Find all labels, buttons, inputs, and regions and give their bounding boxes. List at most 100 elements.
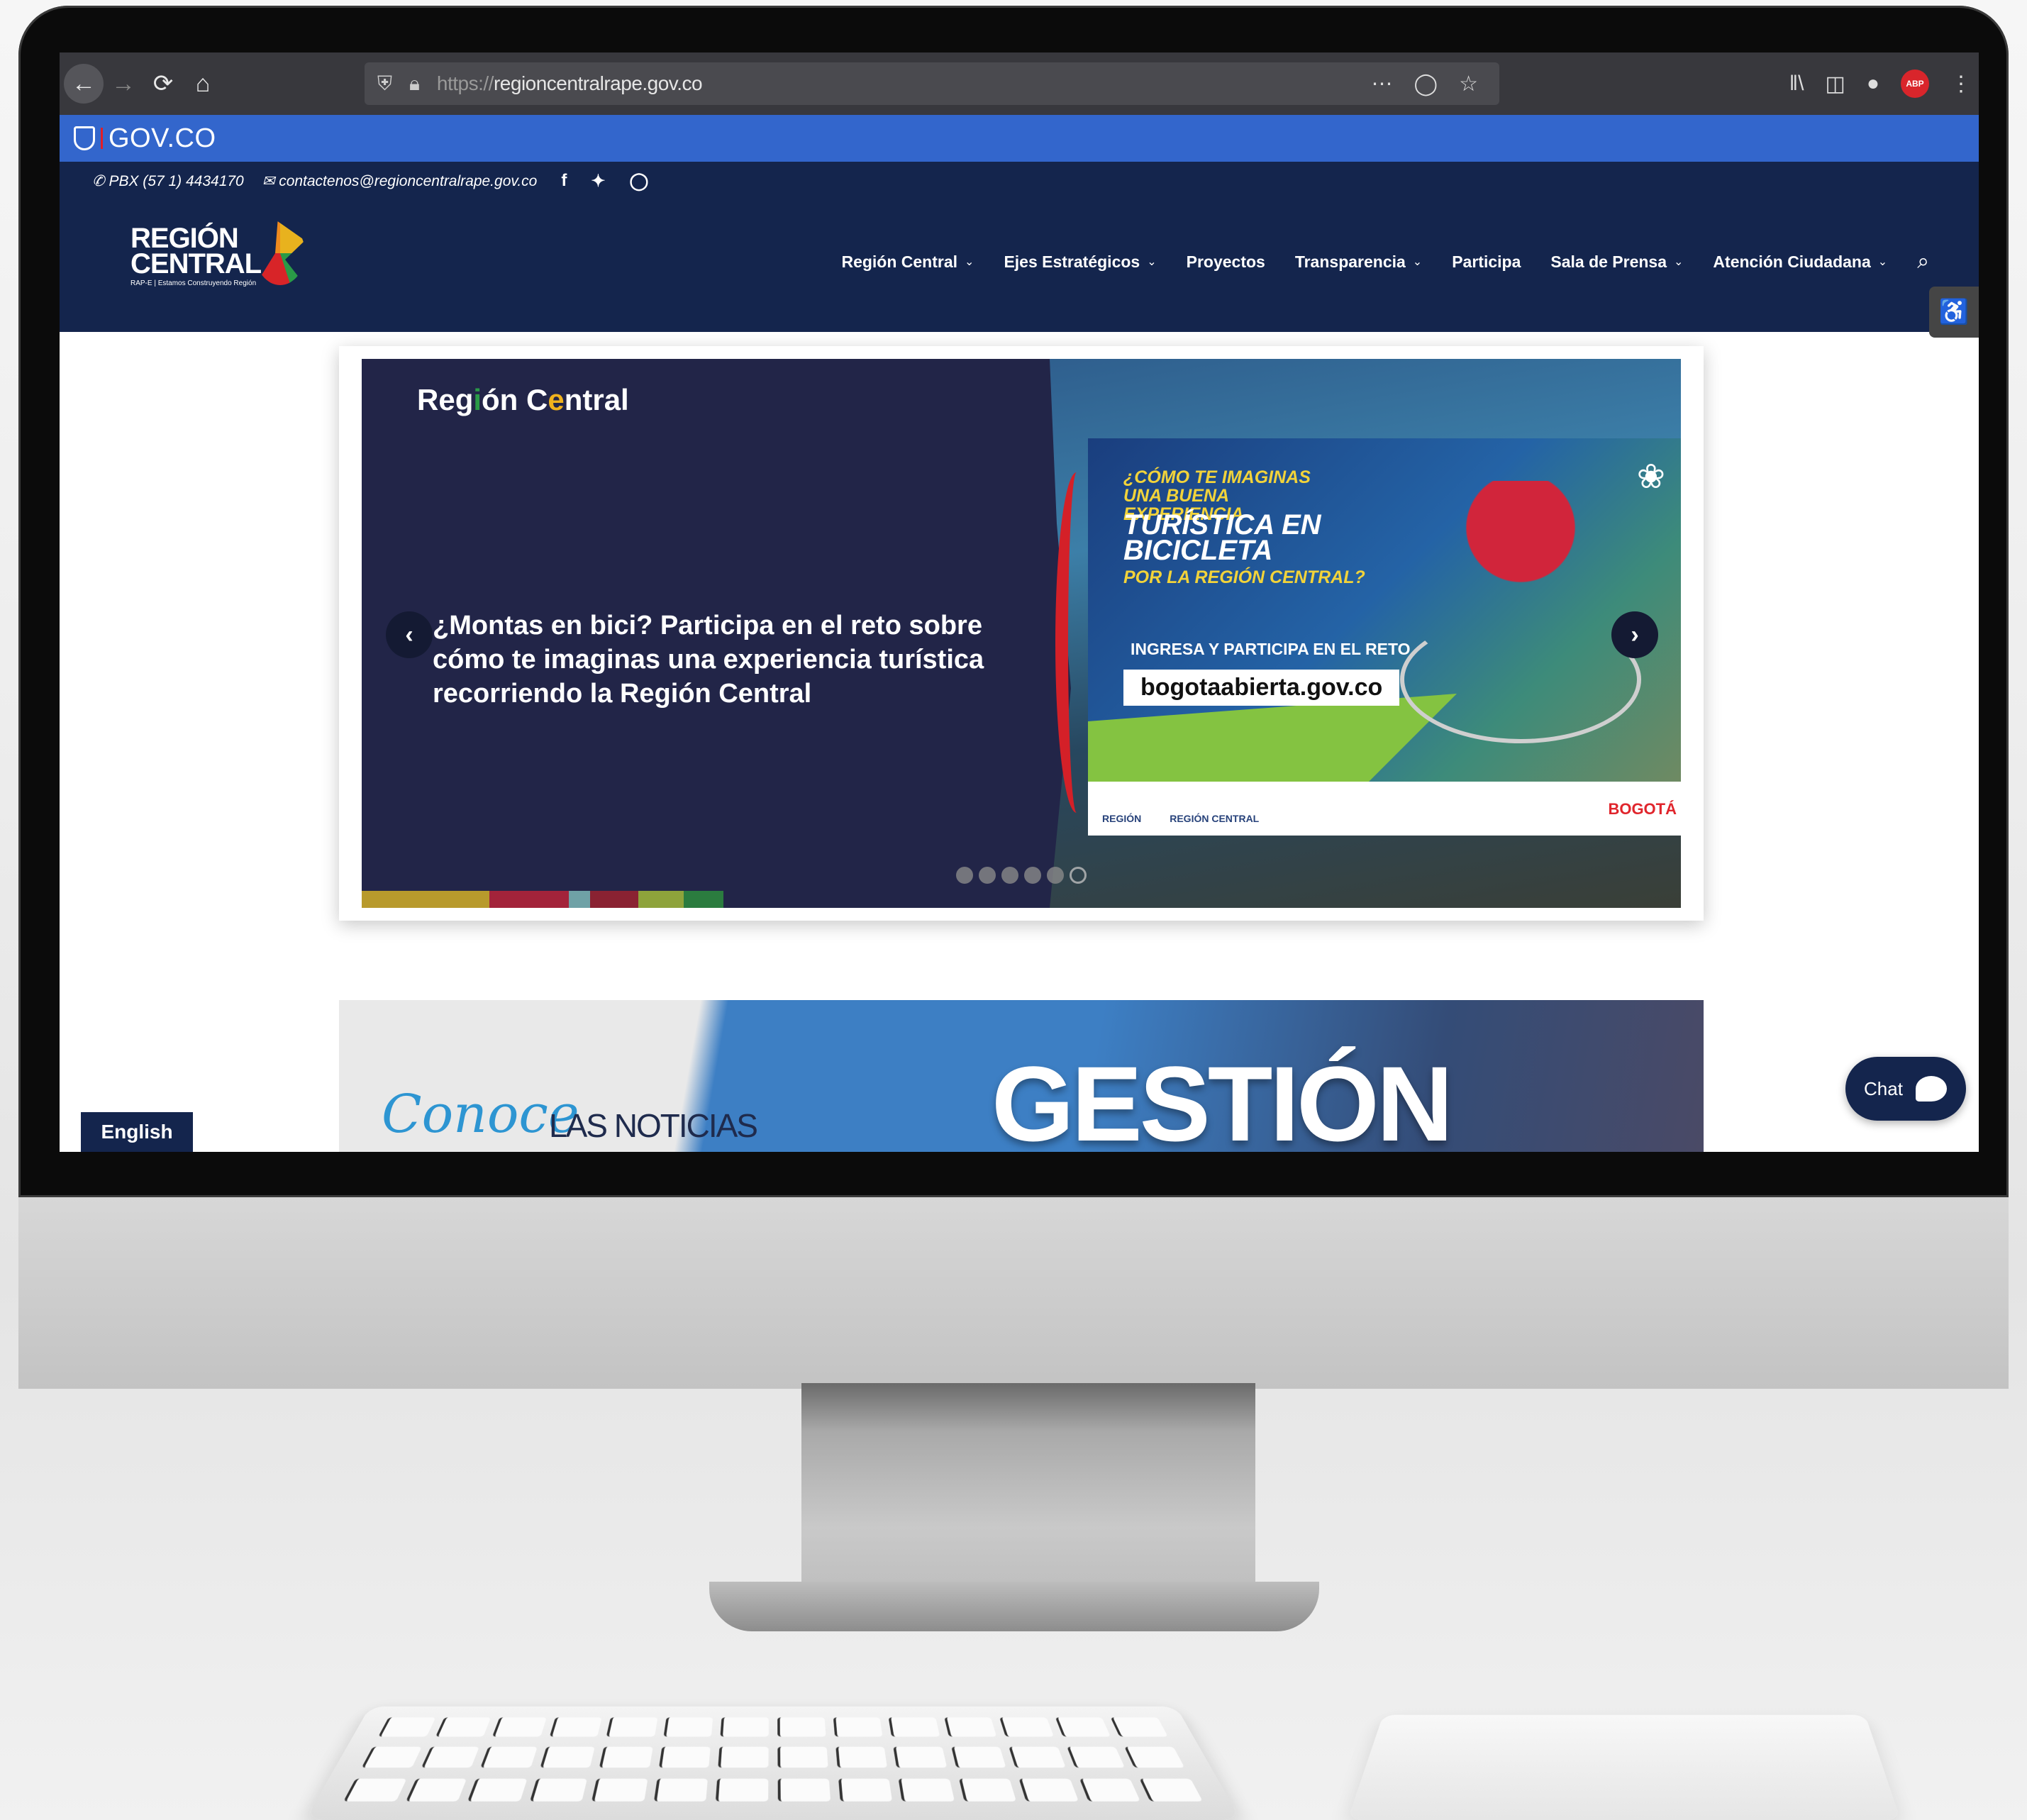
monitor-chin xyxy=(18,1197,2009,1389)
keyboard xyxy=(305,1706,1241,1820)
chat-bubble-icon xyxy=(1915,1076,1947,1102)
email-link[interactable]: contactenos@regioncentralrape.gov.co xyxy=(279,173,537,189)
monitor-stand-base xyxy=(709,1582,1319,1631)
keyboard-key xyxy=(378,1717,435,1737)
library-icon[interactable]: ‖\ xyxy=(1789,72,1804,96)
govco-link[interactable]: GOV.CO xyxy=(109,123,216,154)
menu-icon[interactable]: ⋮ xyxy=(1950,72,1972,96)
keyboard-key xyxy=(405,1778,467,1802)
keyboard-key xyxy=(361,1746,422,1768)
keyboard-key xyxy=(606,1717,658,1737)
facebook-icon[interactable]: f xyxy=(561,171,567,191)
slide-poster[interactable]: ❀ ¿CÓMO TE IMAGINAS UNA BUENA EXPERIENCI… xyxy=(1088,438,1681,836)
keyboard-key xyxy=(653,1778,709,1802)
screen: ← → ⟳ ⌂ ⛨ 🔒︎ https://regioncentralrape.g… xyxy=(60,52,1979,1152)
accessibility-icon[interactable]: ♿ xyxy=(1929,287,1979,338)
divider xyxy=(101,128,103,149)
address-bar[interactable]: ⛨ 🔒︎ https://regioncentralrape.gov.co ⋯ … xyxy=(365,62,1499,105)
keyboard-key xyxy=(777,1746,828,1768)
site-logo[interactable]: REGIÓN CENTRAL RAP-E | Estamos Construye… xyxy=(130,221,315,318)
chevron-down-icon: ⌄ xyxy=(965,256,974,268)
phone-number: PBX (57 1) 4434170 xyxy=(109,172,244,189)
keyboard-key xyxy=(1111,1717,1168,1737)
keyboard-key xyxy=(599,1746,653,1768)
home-button[interactable]: ⌂ xyxy=(183,64,223,104)
govco-bar: GOV.CO xyxy=(60,115,1979,162)
keyboard-key xyxy=(838,1778,893,1802)
chat-button[interactable]: Chat xyxy=(1845,1057,1966,1121)
keyboard-key xyxy=(421,1746,479,1768)
color-bar-segment xyxy=(362,891,489,908)
url-text[interactable]: https://regioncentralrape.gov.co xyxy=(437,72,703,95)
poster-green-shape xyxy=(1088,694,1457,786)
hero-slider: Región Central ¿Montas en bici? Particip… xyxy=(362,359,1681,908)
twitter-icon[interactable]: ✦ xyxy=(591,171,605,192)
back-button[interactable]: ← xyxy=(64,64,104,104)
keyboard-key xyxy=(716,1778,769,1802)
nav-item-label: Atención Ciudadana xyxy=(1713,252,1871,271)
email-info[interactable]: ✉ contactenos@regioncentralrape.gov.co xyxy=(262,172,538,190)
slider-dot[interactable] xyxy=(1024,867,1041,884)
color-bar-segment xyxy=(684,891,723,908)
shield-icon[interactable]: ⛨ xyxy=(377,72,392,96)
nav-item-región-central[interactable]: Región Central ⌄ xyxy=(841,253,974,272)
nav-item-label: Región Central xyxy=(841,252,958,271)
search-icon[interactable]: ⌕ xyxy=(1917,250,1929,274)
slider-prev-button[interactable]: ‹ xyxy=(386,611,433,658)
poster-question-main: TURÍSTICA EN BICICLETA xyxy=(1123,509,1321,566)
slider-dot[interactable] xyxy=(1070,867,1087,884)
lock-icon[interactable]: 🔒︎ xyxy=(409,72,420,96)
nav-item-participa[interactable]: Participa xyxy=(1452,253,1521,272)
keyboard-key xyxy=(950,1746,1006,1768)
keyboard-key xyxy=(1055,1717,1111,1737)
trackpad xyxy=(1348,1714,1901,1820)
contact-bar: ✆ PBX (57 1) 4434170 ✉ contactenos@regio… xyxy=(60,162,1979,200)
nav-item-proyectos[interactable]: Proyectos xyxy=(1187,253,1265,272)
slide-headline[interactable]: ¿Montas en bici? Participa en el reto so… xyxy=(433,609,1000,711)
slider-dot[interactable] xyxy=(979,867,996,884)
slider-dot[interactable] xyxy=(1001,867,1018,884)
nav-item-sala-de-prensa[interactable]: Sala de Prensa ⌄ xyxy=(1550,253,1683,272)
banner-title: GESTIÓN xyxy=(992,1044,1453,1152)
chat-label: Chat xyxy=(1864,1077,1903,1099)
slider-dot[interactable] xyxy=(956,867,973,884)
bookmark-star-icon[interactable]: ☆ xyxy=(1459,72,1478,96)
nav-item-ejes-estratégicos[interactable]: Ejes Estratégicos ⌄ xyxy=(1004,253,1156,272)
account-icon[interactable]: ● xyxy=(1867,72,1879,96)
keyboard-key xyxy=(1124,1746,1185,1768)
language-button[interactable]: English xyxy=(81,1112,193,1152)
instagram-icon[interactable]: ◯ xyxy=(629,171,648,192)
slider-pagination xyxy=(956,867,1087,884)
adblock-icon[interactable]: ABP xyxy=(1901,70,1929,98)
keyboard-key xyxy=(1067,1746,1126,1768)
nav-item-atención-ciudadana[interactable]: Atención Ciudadana ⌄ xyxy=(1713,253,1887,272)
sidebar-icon[interactable]: ◫ xyxy=(1826,72,1845,96)
gestion-banner[interactable]: Conoce LAS NOTICIAS GESTIÓN xyxy=(339,1000,1704,1152)
keyboard-key xyxy=(898,1778,955,1802)
nav-item-label: Sala de Prensa xyxy=(1550,252,1667,271)
slide-color-bar xyxy=(362,891,1050,908)
keyboard-key xyxy=(663,1717,713,1737)
forward-button[interactable]: → xyxy=(104,64,143,104)
keyboard-key xyxy=(1009,1746,1066,1768)
keyboard-key xyxy=(467,1778,528,1802)
slider-next-button[interactable]: › xyxy=(1611,611,1658,658)
poster-logos: REGIÓN REGIÓN CENTRAL xyxy=(1102,813,1259,824)
slider-dot[interactable] xyxy=(1047,867,1064,884)
nav-item-transparencia[interactable]: Transparencia ⌄ xyxy=(1295,253,1422,272)
bicycle-image xyxy=(1400,616,1641,743)
phone-info: ✆ PBX (57 1) 4434170 xyxy=(92,172,244,189)
poster-question-bottom: POR LA REGIÓN CENTRAL? xyxy=(1123,567,1365,587)
color-bar-segment xyxy=(638,891,684,908)
keyboard-key xyxy=(888,1717,940,1737)
keyboard-key xyxy=(658,1746,711,1768)
poster-logo-region: REGIÓN xyxy=(1102,813,1142,824)
chevron-down-icon: ⌄ xyxy=(1674,256,1684,268)
reload-button[interactable]: ⟳ xyxy=(143,64,183,104)
poster-logo-region-central: REGIÓN CENTRAL xyxy=(1170,813,1260,824)
pocket-icon[interactable]: ◯ xyxy=(1414,72,1438,96)
chevron-down-icon: ⌄ xyxy=(1412,256,1423,268)
nav-item-label: Transparencia xyxy=(1294,252,1406,271)
page-actions-icon[interactable]: ⋯ xyxy=(1372,72,1393,96)
slide-brand: Región Central xyxy=(417,383,629,416)
